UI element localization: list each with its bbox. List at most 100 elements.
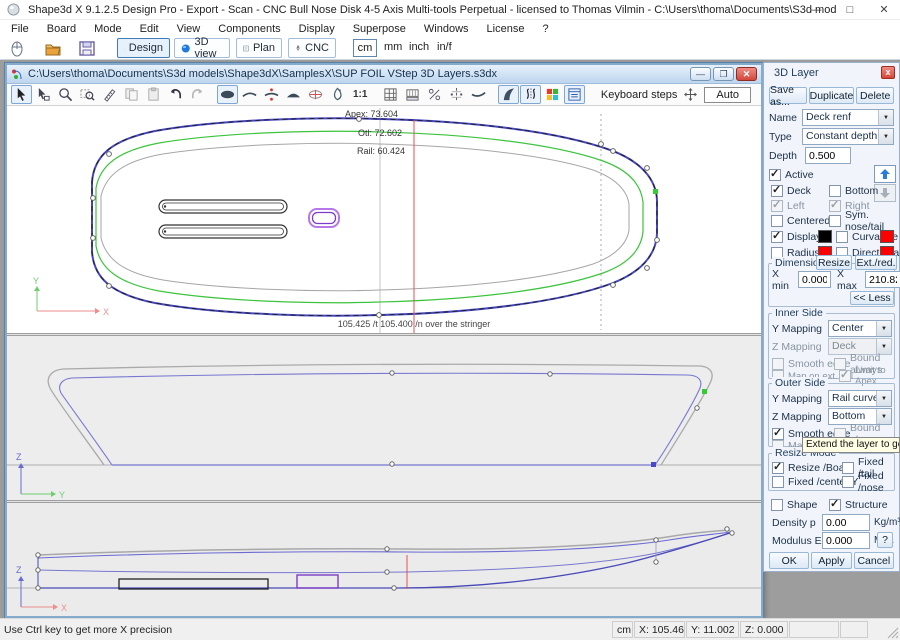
dropdown-arrow-icon[interactable]: ▼ [878,110,893,125]
centered-x-checkbox[interactable] [771,215,783,227]
menu-help[interactable]: ? [533,23,557,35]
window-maximize-button[interactable]: □ [840,2,860,18]
dropdown-arrow-icon[interactable]: ▼ [878,129,893,144]
slice-view-panel[interactable]: Z Y [7,336,761,500]
document-restore-button[interactable]: ❐ [713,67,734,81]
active-checkbox[interactable] [769,169,781,181]
menu-windows[interactable]: Windows [415,23,478,35]
deck-checkbox[interactable] [771,185,783,197]
unit-mm[interactable]: mm [384,41,402,53]
centerline-button[interactable] [446,85,467,104]
sym-nose-tail-checkbox[interactable] [829,215,841,227]
properties-panel-button[interactable] [564,85,585,104]
window-minimize-button[interactable]: — [806,2,826,18]
dropdown-arrow-icon[interactable]: ▼ [876,321,891,336]
flow-curve-button[interactable] [468,85,489,104]
menu-edit[interactable]: Edit [131,23,168,35]
cnc-mode-button[interactable]: CNC [288,38,336,58]
dropdown-arrow-icon[interactable]: ▼ [876,391,891,406]
less-button[interactable]: << Less [850,291,894,305]
layer-panel-close-button[interactable]: x [881,66,895,79]
modulus-input[interactable] [822,532,870,549]
zoom-area-tool[interactable] [77,85,98,104]
menu-components[interactable]: Components [209,23,289,35]
apply-button[interactable]: Apply [811,552,851,569]
zoom-tool[interactable] [55,85,76,104]
plan-view-panel[interactable]: Apex: 73.604 Otl: 72.602 Rail: 60.424 10… [7,108,761,333]
save-icon[interactable] [78,40,96,57]
save-as-button[interactable]: Save as... [769,87,807,104]
keyboard-steps-icon[interactable] [684,88,697,101]
duplicate-button[interactable]: Duplicate [809,87,855,104]
menu-display[interactable]: Display [290,23,344,35]
curvature-display-button[interactable] [424,85,445,104]
layer-name-dropdown[interactable]: Deck renf ▼ [802,109,894,126]
plug-box-side[interactable] [297,575,338,588]
redo-button[interactable] [187,85,208,104]
deck-view-button[interactable] [283,85,304,104]
3d-view-mode-button[interactable]: 3D view [174,38,230,58]
unit-cm-selected[interactable]: cm [353,39,377,57]
display-color-swatch[interactable] [818,230,832,243]
open-file-icon[interactable] [44,40,62,57]
outer-y-mapping-dropdown[interactable]: Rail curve▼ [828,390,892,407]
plan-view-canvas[interactable]: Apex: 73.604 Otl: 72.602 Rail: 60.424 10… [7,108,761,333]
depth-input[interactable] [805,147,851,164]
paste-tool[interactable] [143,85,164,104]
layer-type-dropdown[interactable]: Constant depth ▼ [802,128,894,145]
slice-control-points[interactable] [390,371,707,467]
inner-y-mapping-dropdown[interactable]: Center▼ [828,320,892,337]
curvature-checkbox[interactable] [836,231,848,243]
fixed-center-y-checkbox[interactable] [772,476,784,488]
cancel-button[interactable]: Cancel [854,552,894,569]
outline-view-button[interactable] [217,85,238,104]
shape-checkbox[interactable] [771,499,783,511]
density-input[interactable] [822,514,870,531]
left-checkbox[interactable] [771,200,783,212]
scale-1to1-button[interactable]: 1:1 [349,89,371,100]
copy-tool[interactable] [121,85,142,104]
delete-button[interactable]: Delete [856,87,894,104]
slice-view-button[interactable] [305,85,326,104]
display-checkbox[interactable] [771,231,783,243]
menu-board[interactable]: Board [38,23,85,35]
mouse-tool-icon[interactable] [8,40,26,57]
resize-grip[interactable] [887,627,899,639]
help-button[interactable]: ? [877,532,893,548]
fin-boxes[interactable] [159,200,287,238]
select-box-tool[interactable] [33,85,54,104]
profile-view-panel[interactable]: Z X [7,503,761,616]
3d-shape-view-button[interactable] [327,85,348,104]
document-minimize-button[interactable]: — [690,67,711,81]
layer-move-up-button[interactable] [874,165,896,183]
profile-view-canvas[interactable]: Z X [7,503,761,616]
grid-toggle-button[interactable] [380,85,401,104]
x-max-input[interactable] [865,271,900,288]
plug-box[interactable] [309,209,339,227]
thickness-view-button[interactable] [261,85,282,104]
x-min-input[interactable] [798,271,831,288]
document-close-button[interactable]: ✕ [736,67,757,81]
document-titlebar[interactable]: C:\Users\thoma\Documents\S3d models\Shap… [7,65,761,84]
profile-control-points[interactable] [36,527,734,590]
slice-view-canvas[interactable]: Z Y [7,336,761,500]
plan-mode-button[interactable]: Plan [236,38,282,58]
fixed-tail-checkbox[interactable] [842,462,854,474]
structure-checkbox[interactable] [829,499,841,511]
fin-boxes-button[interactable] [498,85,519,104]
curvature-color-swatch[interactable] [880,230,894,243]
undo-button[interactable] [165,85,186,104]
unit-inch[interactable]: inch [409,41,429,53]
select-arrow-tool[interactable] [11,85,32,104]
menu-license[interactable]: License [478,23,534,35]
menu-mode[interactable]: Mode [85,23,131,35]
bottom-checkbox[interactable] [829,185,841,197]
measure-tool[interactable] [99,85,120,104]
resize-board-checkbox[interactable] [772,462,784,474]
menu-superpose[interactable]: Superpose [344,23,415,35]
inner-limit-apex-checkbox[interactable] [839,370,851,382]
guidelines-button[interactable] [402,85,423,104]
design-mode-button[interactable]: Design [117,38,170,58]
color-layers-button[interactable] [542,85,563,104]
s-curvature-button[interactable] [520,85,541,104]
